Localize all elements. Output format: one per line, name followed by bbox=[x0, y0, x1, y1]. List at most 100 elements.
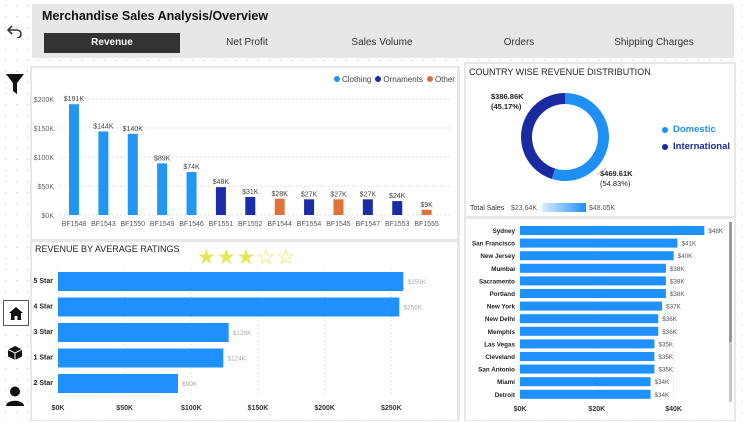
city-label: Las Vegas bbox=[484, 341, 515, 348]
x-tick-label: BF1555 bbox=[414, 221, 439, 228]
bar-2-star[interactable] bbox=[58, 374, 178, 393]
city-label: New York bbox=[487, 304, 516, 311]
x-tick-label: $100K bbox=[181, 405, 202, 412]
city-bar[interactable] bbox=[520, 352, 655, 361]
category-label: 1 Star bbox=[34, 355, 54, 362]
donut-legend: Domestic International bbox=[662, 124, 730, 158]
bar-BF1550[interactable] bbox=[127, 133, 138, 215]
bar-value-label: $144K bbox=[93, 123, 114, 130]
bar-value-label: $27K bbox=[301, 191, 318, 198]
legend-international[interactable]: International bbox=[662, 141, 730, 152]
bar-value-label: $128K bbox=[233, 330, 252, 337]
slice-value-label: $386.86K bbox=[491, 92, 524, 101]
city-label: Sydney bbox=[493, 228, 516, 235]
x-tick-label: BF1554 bbox=[297, 221, 322, 228]
bar-5-star[interactable] bbox=[58, 272, 404, 291]
page-title: Merchandise Sales Analysis/Overview bbox=[42, 9, 269, 23]
bar-BF1552[interactable] bbox=[245, 197, 256, 215]
donut-slice-domestic[interactable] bbox=[551, 93, 609, 181]
city-bar[interactable] bbox=[520, 226, 705, 235]
x-tick-label: BF1549 bbox=[150, 221, 175, 228]
bar-BF1551[interactable] bbox=[215, 187, 226, 215]
bar-value-label: $48K bbox=[708, 228, 724, 235]
city-bar[interactable] bbox=[520, 364, 655, 374]
x-tick-label: $40K bbox=[665, 406, 682, 413]
legend-international-dot bbox=[662, 143, 668, 150]
back-icon[interactable] bbox=[4, 20, 26, 42]
city-bar[interactable] bbox=[520, 263, 666, 273]
category-label: 3 Star bbox=[34, 329, 54, 336]
user-icon[interactable] bbox=[4, 385, 26, 407]
bar-BF1544[interactable] bbox=[274, 198, 285, 215]
city-chart-scrollbar-thumb[interactable] bbox=[729, 222, 732, 342]
bar-value-label: $90K bbox=[182, 381, 198, 388]
legend-domestic-dot bbox=[662, 126, 668, 133]
donut-slice-international[interactable] bbox=[521, 93, 565, 179]
bar-BF1543[interactable] bbox=[98, 131, 109, 215]
city-label: Portland bbox=[489, 291, 515, 298]
tab-net-profit[interactable]: Net Profit bbox=[184, 33, 310, 53]
bar-value-label: $38K bbox=[670, 266, 686, 273]
city-bar[interactable] bbox=[520, 314, 659, 324]
filter-icon[interactable] bbox=[4, 73, 26, 95]
city-bar[interactable] bbox=[520, 238, 678, 248]
bar-BF1546[interactable] bbox=[186, 172, 197, 215]
bar-value-label: $37K bbox=[666, 304, 682, 311]
bar-1-star[interactable] bbox=[58, 348, 224, 368]
bar-value-label: $74K bbox=[183, 164, 200, 171]
bar-value-label: $38K bbox=[670, 278, 686, 285]
bar-value-label: $191K bbox=[64, 96, 85, 103]
x-tick-label: $200K bbox=[314, 405, 335, 412]
city-bar[interactable] bbox=[520, 377, 651, 387]
ratings-revenue-chart: $0K $50K $100K $150K $200K $250K 5 Star $259K 4 … bbox=[34, 268, 427, 412]
left-rail bbox=[0, 0, 30, 423]
city-bar[interactable] bbox=[520, 326, 659, 336]
bar-value-label: $35K bbox=[658, 341, 674, 348]
tab-revenue[interactable]: Revenue bbox=[44, 33, 180, 53]
gradient-legend-title: Total Sales bbox=[470, 205, 505, 212]
bar-BF1549[interactable] bbox=[157, 163, 168, 215]
city-bar[interactable] bbox=[520, 276, 666, 286]
category-label: 4 Star bbox=[34, 304, 54, 311]
legend-domestic[interactable]: Domestic bbox=[662, 124, 730, 135]
tab-shipping-charges[interactable]: Shipping Charges bbox=[588, 33, 720, 53]
city-bar[interactable] bbox=[520, 289, 666, 298]
bar-BF1545[interactable] bbox=[333, 199, 344, 215]
home-icon[interactable] bbox=[3, 300, 29, 326]
gradient-legend-min: $23.64K bbox=[511, 205, 537, 212]
bar-BF1553[interactable] bbox=[392, 201, 403, 215]
bar-BF1554[interactable] bbox=[304, 199, 315, 215]
x-tick-label: $0K bbox=[52, 405, 65, 412]
bar-value-label: $35K bbox=[658, 354, 674, 361]
y-tick-label: $100K bbox=[34, 155, 55, 162]
category-label: 2 Star bbox=[34, 380, 54, 387]
tab-bar: Revenue Net Profit Sales Volume Orders S… bbox=[44, 33, 724, 55]
bar-value-label: $27K bbox=[360, 191, 377, 198]
city-bar[interactable] bbox=[520, 301, 663, 311]
x-tick-label: $0K bbox=[514, 406, 527, 413]
city-label: Detroit bbox=[495, 392, 516, 399]
bar-value-label: $34K bbox=[655, 379, 671, 386]
tab-sales-volume[interactable]: Sales Volume bbox=[314, 33, 450, 53]
x-tick-label: $50K bbox=[116, 405, 133, 412]
bar-3-star[interactable] bbox=[58, 323, 229, 342]
box-icon[interactable] bbox=[4, 342, 26, 364]
city-bar[interactable] bbox=[520, 251, 674, 261]
bar-BF1548[interactable] bbox=[69, 104, 79, 215]
slice-pct-label: (54.83%) bbox=[600, 179, 631, 188]
bar-value-label: $31K bbox=[242, 189, 259, 196]
x-tick-label: BF1550 bbox=[121, 221, 146, 228]
bar-BF1555[interactable] bbox=[421, 209, 432, 215]
y-tick-label: $0K bbox=[42, 213, 55, 220]
city-label: Sacramento bbox=[479, 278, 515, 285]
bar-value-label: $259K bbox=[407, 279, 426, 286]
tab-orders[interactable]: Orders bbox=[454, 33, 584, 53]
city-label: San Antonio bbox=[478, 367, 515, 374]
city-bar[interactable] bbox=[520, 389, 651, 399]
city-bar[interactable] bbox=[520, 339, 655, 349]
bar-BF1547[interactable] bbox=[362, 199, 373, 215]
x-tick-label: BF1553 bbox=[385, 221, 410, 228]
bar-value-label: $256K bbox=[403, 305, 422, 312]
bar-4-star[interactable] bbox=[58, 297, 400, 317]
x-tick-label: BF1548 bbox=[62, 221, 87, 228]
